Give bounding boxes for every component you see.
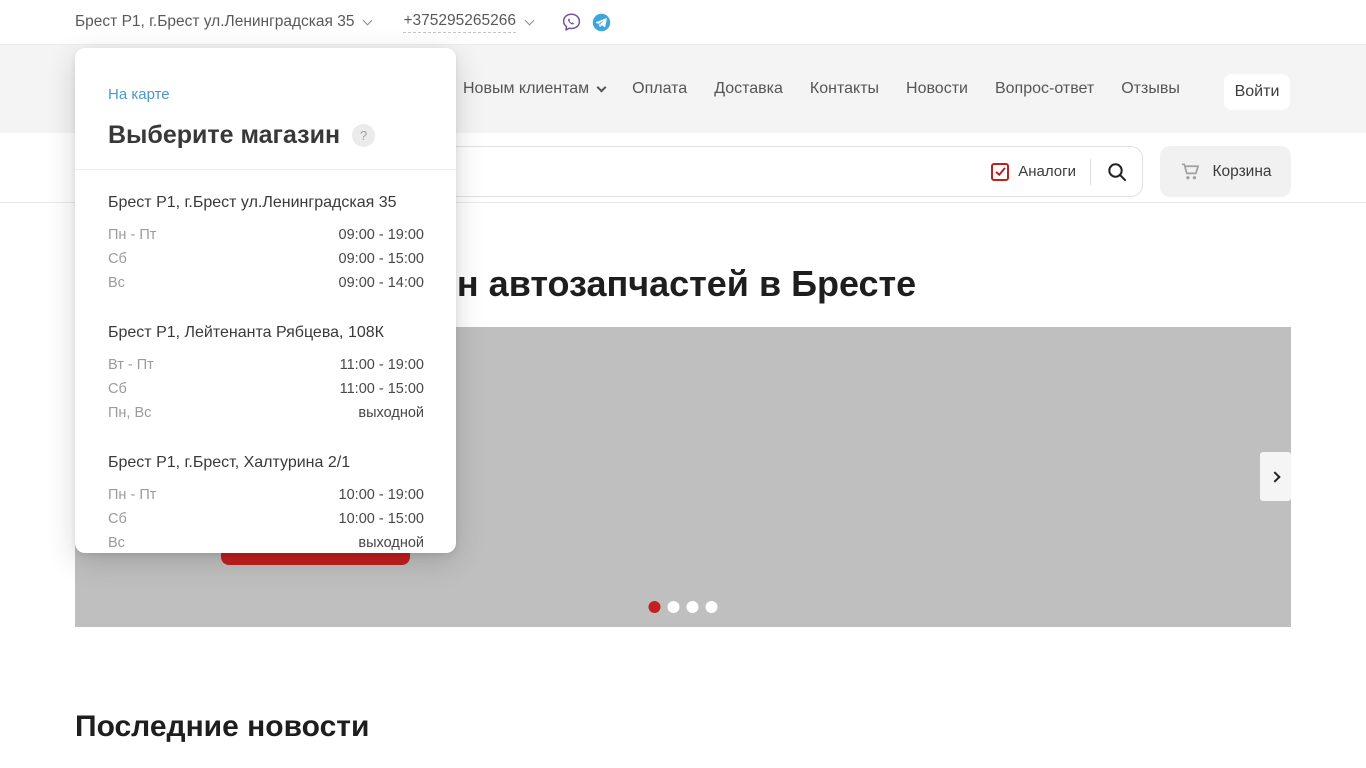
viber-icon[interactable] xyxy=(561,12,582,33)
nav-item-label: Вопрос-ответ xyxy=(995,80,1094,98)
store-selector[interactable]: Брест Р1, г.Брест ул.Ленинградская 35 xyxy=(75,13,371,31)
carousel-dot-3[interactable] xyxy=(687,601,699,613)
store-name: Брест Р1, г.Брест ул.Ленинградская 35 xyxy=(108,194,424,212)
hours-time: 09:00 - 19:00 xyxy=(339,223,424,247)
analogs-checkbox-group[interactable]: Аналоги xyxy=(991,163,1076,181)
page: Брест Р1, г.Брест ул.Ленинградская 35 +3… xyxy=(0,0,1366,768)
nav-item-reviews[interactable]: Отзывы xyxy=(1121,80,1180,98)
nav-item-contacts[interactable]: Контакты xyxy=(810,80,879,98)
map-link[interactable]: На карте xyxy=(108,86,170,103)
nav-item-delivery[interactable]: Доставка xyxy=(714,80,783,98)
hours-days: Вс xyxy=(108,271,125,295)
divider xyxy=(75,169,456,170)
chevron-down-icon xyxy=(363,15,373,25)
hours-time: 10:00 - 15:00 xyxy=(339,507,424,531)
phone-selector[interactable]: +375295265266 xyxy=(403,12,533,33)
search-icon[interactable] xyxy=(1105,160,1129,184)
nav-item-faq[interactable]: Вопрос-ответ xyxy=(995,80,1094,98)
store-selector-label: Брест Р1, г.Брест ул.Ленинградская 35 xyxy=(75,13,354,31)
hours-days: Пн, Вс xyxy=(108,401,151,425)
carousel-next-button[interactable] xyxy=(1260,452,1291,501)
store-name: Брест Р1, Лейтенанта Рябцева, 108К xyxy=(108,324,424,342)
store-option-khalturina[interactable]: Брест Р1, г.Брест, Халтурина 2/1 Пн - Пт… xyxy=(108,454,424,555)
help-icon[interactable]: ? xyxy=(352,124,375,147)
phone-number: +375295265266 xyxy=(403,12,516,33)
store-selector-panel: На карте Выберите магазин ? Брест Р1, г.… xyxy=(75,48,456,553)
nav-item-label: Новости xyxy=(906,80,968,98)
chevron-down-icon xyxy=(525,15,535,25)
hours-time: выходной xyxy=(358,531,424,555)
hours-row: Пн - Пт 09:00 - 19:00 xyxy=(108,223,424,247)
store-name: Брест Р1, г.Брест, Халтурина 2/1 xyxy=(108,454,424,472)
hours-time: 09:00 - 14:00 xyxy=(339,271,424,295)
analogs-label: Аналоги xyxy=(1018,163,1076,180)
hours-row: Пн - Пт 10:00 - 19:00 xyxy=(108,483,424,507)
carousel-dot-1[interactable] xyxy=(649,601,661,613)
nav-list: Новым клиентам Оплата Доставка Контакты … xyxy=(463,45,1180,133)
hours-row: Сб 10:00 - 15:00 xyxy=(108,507,424,531)
news-section-title: Последние новости xyxy=(75,710,369,744)
carousel-dot-4[interactable] xyxy=(706,601,718,613)
messenger-links xyxy=(561,12,612,33)
hours-row: Вс выходной xyxy=(108,531,424,555)
hours-row: Пн, Вс выходной xyxy=(108,401,424,425)
cart-label: Корзина xyxy=(1212,163,1271,181)
telegram-icon[interactable] xyxy=(591,12,612,33)
hours-time: 10:00 - 19:00 xyxy=(339,483,424,507)
login-button[interactable]: Войти xyxy=(1224,74,1290,110)
chevron-down-icon xyxy=(597,82,607,92)
hours-time: выходной xyxy=(358,401,424,425)
hours-row: Вт - Пт 11:00 - 19:00 xyxy=(108,353,424,377)
panel-title: Выберите магазин xyxy=(108,121,340,150)
nav-item-label: Новым клиентам xyxy=(463,80,589,98)
nav-item-new-clients[interactable]: Новым клиентам xyxy=(463,80,605,98)
carousel-dots xyxy=(649,601,718,613)
hours-days: Вт - Пт xyxy=(108,353,154,377)
store-option-leningradskaya[interactable]: Брест Р1, г.Брест ул.Ленинградская 35 Пн… xyxy=(108,194,424,295)
nav-item-label: Контакты xyxy=(810,80,879,98)
nav-item-label: Оплата xyxy=(632,80,687,98)
cart-button[interactable]: Корзина xyxy=(1160,146,1291,197)
hours-days: Сб xyxy=(108,507,127,531)
banner-title: Автоаптека на Рябцева 108К xyxy=(373,715,910,758)
hours-time: 09:00 - 15:00 xyxy=(339,247,424,271)
nav-item-payment[interactable]: Оплата xyxy=(632,80,687,98)
hours-days: Пн - Пт xyxy=(108,483,156,507)
chevron-right-icon xyxy=(1269,471,1280,482)
panel-title-row: Выберите магазин ? xyxy=(108,121,424,150)
hours-time: 11:00 - 19:00 xyxy=(340,353,424,377)
nav-item-news[interactable]: Новости xyxy=(906,80,968,98)
analogs-checkbox[interactable] xyxy=(991,163,1009,181)
hours-time: 11:00 - 15:00 xyxy=(340,377,424,401)
divider xyxy=(1090,159,1091,185)
hours-row: Вс 09:00 - 14:00 xyxy=(108,271,424,295)
hours-days: Сб xyxy=(108,377,127,401)
nav-item-label: Доставка xyxy=(714,80,783,98)
hours-row: Сб 11:00 - 15:00 xyxy=(108,377,424,401)
nav-item-label: Отзывы xyxy=(1121,80,1180,98)
search-box: Аналоги xyxy=(380,146,1143,197)
carousel-dot-2[interactable] xyxy=(668,601,680,613)
hours-days: Сб xyxy=(108,247,127,271)
hours-row: Сб 09:00 - 15:00 xyxy=(108,247,424,271)
topbar: Брест Р1, г.Брест ул.Ленинградская 35 +3… xyxy=(0,0,1366,45)
cart-icon xyxy=(1179,160,1202,183)
hours-days: Вс xyxy=(108,531,125,555)
search-input[interactable] xyxy=(397,163,991,180)
hours-days: Пн - Пт xyxy=(108,223,156,247)
store-option-ryabtseva[interactable]: Брест Р1, Лейтенанта Рябцева, 108К Вт - … xyxy=(108,324,424,425)
